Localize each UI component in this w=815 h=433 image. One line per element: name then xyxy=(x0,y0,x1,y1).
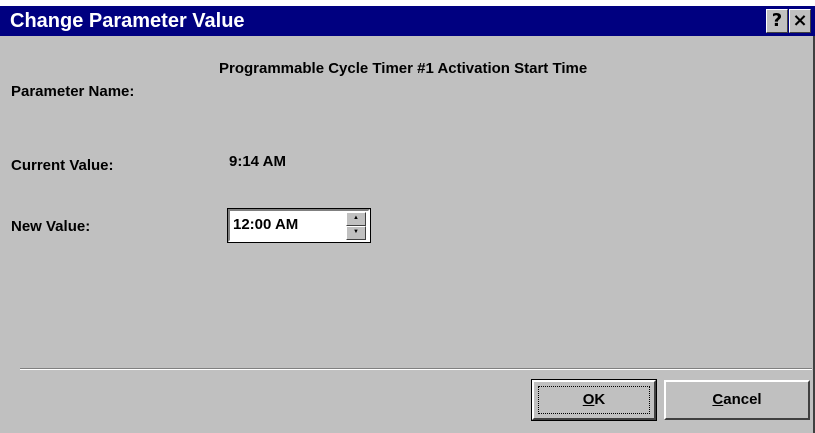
new-value-label: New Value: xyxy=(11,218,91,235)
current-value-label: Current Value: xyxy=(11,157,114,174)
cancel-accelerator: C xyxy=(712,391,724,408)
help-icon: ? xyxy=(771,10,783,31)
focus-rectangle xyxy=(538,386,650,414)
title-bar[interactable]: Change Parameter Value ? × xyxy=(0,6,815,36)
separator-line xyxy=(20,368,812,370)
spin-down-arrow-icon: ▼ xyxy=(353,229,359,235)
window-title: Change Parameter Value xyxy=(10,10,245,32)
spin-down-button[interactable]: ▼ xyxy=(346,226,366,240)
ok-button[interactable]: OK xyxy=(531,379,657,421)
new-value-input[interactable]: 12:00 AM xyxy=(233,216,298,233)
parameter-name-value: Programmable Cycle Timer #1 Activation S… xyxy=(219,60,588,77)
spin-up-arrow-icon: ▲ xyxy=(353,215,359,221)
cancel-label-rest: ancel xyxy=(723,391,762,408)
change-parameter-dialog: Change Parameter Value ? × Parameter Nam… xyxy=(0,0,815,433)
current-value: 9:14 AM xyxy=(229,153,286,170)
cancel-button[interactable]: Cancel xyxy=(664,380,810,420)
help-button[interactable]: ? xyxy=(766,9,788,33)
close-button[interactable]: × xyxy=(789,9,811,33)
close-icon: × xyxy=(792,10,808,31)
new-value-time-picker[interactable]: 12:00 AM ▲ ▼ xyxy=(227,208,371,243)
parameter-name-label: Parameter Name: xyxy=(11,83,135,100)
spin-up-button[interactable]: ▲ xyxy=(346,212,366,226)
